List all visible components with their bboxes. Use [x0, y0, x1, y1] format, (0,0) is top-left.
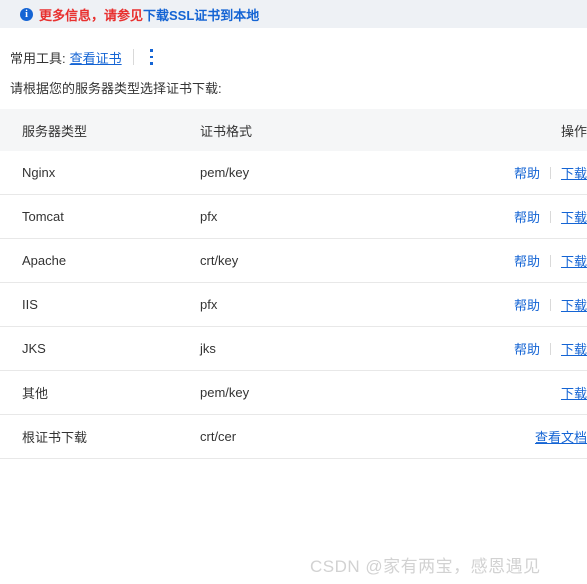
cell-action: 帮助 下载: [500, 238, 587, 283]
cell-action: 帮助 下载: [500, 326, 587, 371]
download-link[interactable]: 下载: [561, 251, 587, 270]
table-row: 其他 pem/key 下载: [0, 370, 587, 415]
cell-server-type: IIS: [0, 282, 200, 327]
cell-action: 帮助 下载: [500, 151, 587, 195]
cell-server-type: Nginx: [0, 151, 200, 195]
certificate-download-table: 服务器类型 证书格式 操作 Nginx pem/key 帮助 下载 Tomcat…: [0, 109, 587, 459]
action-separator: [549, 254, 551, 267]
notice-text: 更多信息，请参见: [39, 7, 144, 23]
cell-action: 帮助 下载: [500, 282, 587, 327]
common-tools-row: 常用工具: 查看证书: [0, 42, 587, 72]
action-separator: [549, 298, 551, 311]
cell-action: 查看文档: [500, 414, 587, 459]
info-notice-bar: i 更多信息，请参见 下载SSL证书到本地: [0, 0, 587, 28]
download-link[interactable]: 下载: [561, 163, 587, 182]
table-row: JKS jks 帮助 下载: [0, 326, 587, 371]
action-separator: [549, 342, 551, 355]
kebab-dot-2: [150, 55, 154, 59]
common-tools-label: 常用工具:: [10, 50, 66, 66]
download-link[interactable]: 下载: [561, 339, 587, 358]
download-link[interactable]: 下载: [561, 207, 587, 226]
table-row: Nginx pem/key 帮助 下载: [0, 151, 587, 195]
cell-server-type: JKS: [0, 326, 200, 371]
column-header-action: 操作: [500, 109, 587, 151]
cell-certificate-format: pfx: [200, 194, 500, 239]
action-separator: [549, 166, 551, 179]
cell-certificate-format: pfx: [200, 282, 500, 327]
action-links: 帮助 下载: [514, 163, 587, 182]
column-header-server-type: 服务器类型: [0, 109, 200, 151]
download-link[interactable]: 下载: [561, 383, 587, 402]
download-link[interactable]: 下载: [561, 295, 587, 314]
help-link[interactable]: 帮助: [514, 339, 540, 358]
action-links: 下载: [561, 383, 587, 402]
cell-server-type: 根证书下载: [0, 414, 200, 459]
kebab-dot-3: [150, 62, 154, 66]
action-links: 帮助 下载: [514, 251, 587, 270]
cell-server-type: 其他: [0, 370, 200, 415]
notice-link-download-ssl[interactable]: 下载SSL证书到本地: [143, 5, 259, 24]
kebab-menu-icon[interactable]: [145, 47, 159, 67]
csdn-watermark: CSDN @家有两宝，感恩遇见: [310, 557, 541, 576]
table-row: 根证书下载 crt/cer 查看文档: [0, 414, 587, 459]
table-row: Apache crt/key 帮助 下载: [0, 238, 587, 283]
cell-action: 下载: [500, 370, 587, 415]
help-link[interactable]: 帮助: [514, 295, 540, 314]
table-row: Tomcat pfx 帮助 下载: [0, 194, 587, 239]
view-document-link[interactable]: 查看文档: [535, 427, 587, 446]
view-certificate-link[interactable]: 查看证书: [70, 48, 122, 67]
info-circle-icon: i: [20, 7, 33, 21]
help-link[interactable]: 帮助: [514, 251, 540, 270]
table-body: Nginx pem/key 帮助 下载 Tomcat pfx 帮助 下载 Apa…: [0, 151, 587, 459]
tools-divider: [132, 49, 134, 65]
cell-certificate-format: crt/cer: [200, 414, 500, 459]
help-link[interactable]: 帮助: [514, 207, 540, 226]
instruction-text: 请根据您的服务器类型选择证书下载:: [10, 81, 222, 96]
cell-certificate-format: pem/key: [200, 370, 500, 415]
cell-certificate-format: crt/key: [200, 238, 500, 283]
table-header-row: 服务器类型 证书格式 操作: [0, 109, 587, 151]
kebab-dot-1: [150, 49, 154, 52]
cell-certificate-format: jks: [200, 326, 500, 371]
action-links: 帮助 下载: [514, 295, 587, 314]
table-header: 服务器类型 证书格式 操作: [0, 109, 587, 151]
cell-action: 帮助 下载: [500, 194, 587, 239]
column-header-certificate-format: 证书格式: [200, 109, 500, 151]
table-row: IIS pfx 帮助 下载: [0, 282, 587, 327]
cell-server-type: Apache: [0, 238, 200, 283]
action-links: 查看文档: [535, 427, 587, 446]
cell-server-type: Tomcat: [0, 194, 200, 239]
action-links: 帮助 下载: [514, 339, 587, 358]
action-links: 帮助 下载: [514, 207, 587, 226]
cell-certificate-format: pem/key: [200, 151, 500, 195]
action-separator: [549, 210, 551, 223]
help-link[interactable]: 帮助: [514, 163, 540, 182]
